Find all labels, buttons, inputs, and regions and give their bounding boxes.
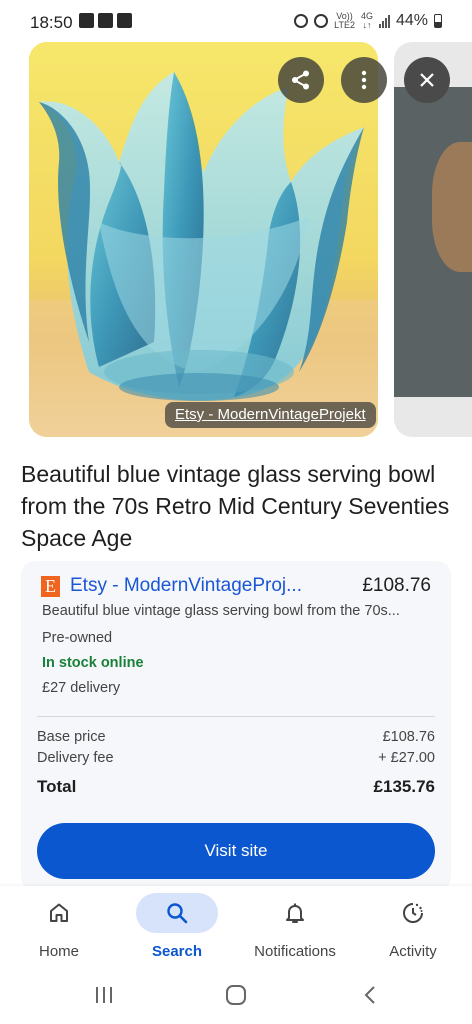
system-home-button[interactable] [216,980,256,1010]
nav-label-home: Home [38,943,79,960]
nav-item-activity[interactable]: Activity [354,886,472,968]
bottom-navigation: Home Search Notifications Activity [0,886,472,968]
total-row: Total £135.76 [37,777,435,797]
voicemail-notification-icon [98,13,113,28]
share-icon [292,70,309,90]
total-label: Total [37,777,77,796]
back-button[interactable] [350,980,390,1010]
base-price-value: £108.76 [382,729,435,745]
nav-item-home[interactable]: Home [0,886,118,968]
base-price-label: Base price [37,729,106,745]
delivery-fee-value: + £27.00 [378,750,435,766]
data-indicator: 4G ↓↑ [360,11,373,30]
stock-status: In stock online [42,655,144,671]
offer-price: £108.76 [362,575,431,596]
notification-icons [79,13,132,28]
back-icon [364,986,375,1004]
status-bar: 18:50 Vo)) LTE2 4G ↓↑ 44% [0,0,472,46]
signal-icon [378,14,390,28]
share-button[interactable] [278,57,324,103]
status-time: 18:50 [30,13,73,32]
visit-site-button[interactable]: Visit site [37,823,435,879]
bell-icon [286,903,304,923]
delivery-fee-label: Delivery fee [37,750,114,766]
offer-condition: Pre-owned [42,630,113,646]
close-icon [420,73,434,87]
total-value: £135.76 [373,777,435,796]
base-price-row: Base price £108.76 [37,729,435,745]
offer-card: E Etsy - ModernVintageProj... £108.76 Be… [21,561,451,891]
nav-label-search: Search [151,943,203,960]
system-navigation [0,968,472,1024]
nav-item-search[interactable]: Search [118,886,236,968]
nav-item-notifications[interactable]: Notifications [236,886,354,968]
image-carousel[interactable]: Etsy - ModernVintageProjekt [0,42,472,438]
nav-label-activity: Activity [389,943,437,960]
battery-percent: 44% [395,12,428,29]
delivery-cost: £27 delivery [42,680,121,696]
divider [37,716,435,717]
seller-row[interactable]: E Etsy - ModernVintageProj... £108.76 [41,573,431,599]
product-image[interactable]: Etsy - ModernVintageProjekt [29,42,378,437]
close-button[interactable] [404,57,450,103]
system-home-icon [226,985,246,1005]
gallery-notification-icon [79,13,94,28]
image-source-label[interactable]: Etsy - ModernVintageProjekt [165,402,376,428]
activity-icon [403,903,423,923]
alarm-clock-icon [314,14,329,28]
check-notification-icon [117,13,132,28]
seller-link[interactable]: Etsy - ModernVintageProj... [70,575,354,597]
delivery-fee-row: Delivery fee + £27.00 [37,750,435,766]
network-indicator: Vo)) LTE2 [334,11,355,30]
home-icon [50,903,68,922]
nav-label-notifications: Notifications [254,943,336,960]
recents-button[interactable] [84,980,124,1010]
offer-description: Beautiful blue vintage glass serving bow… [42,603,400,619]
recents-icon [96,987,112,1003]
more-options-button[interactable] [341,57,387,103]
battery-icon [434,14,442,28]
alarm-icon [294,14,309,28]
search-icon [167,903,188,924]
product-title: Beautiful blue vintage glass serving bow… [21,461,450,551]
more-vert-icon [361,70,367,90]
status-right: Vo)) LTE2 4G ↓↑ 44% [294,12,442,30]
etsy-logo-icon: E [41,575,60,597]
